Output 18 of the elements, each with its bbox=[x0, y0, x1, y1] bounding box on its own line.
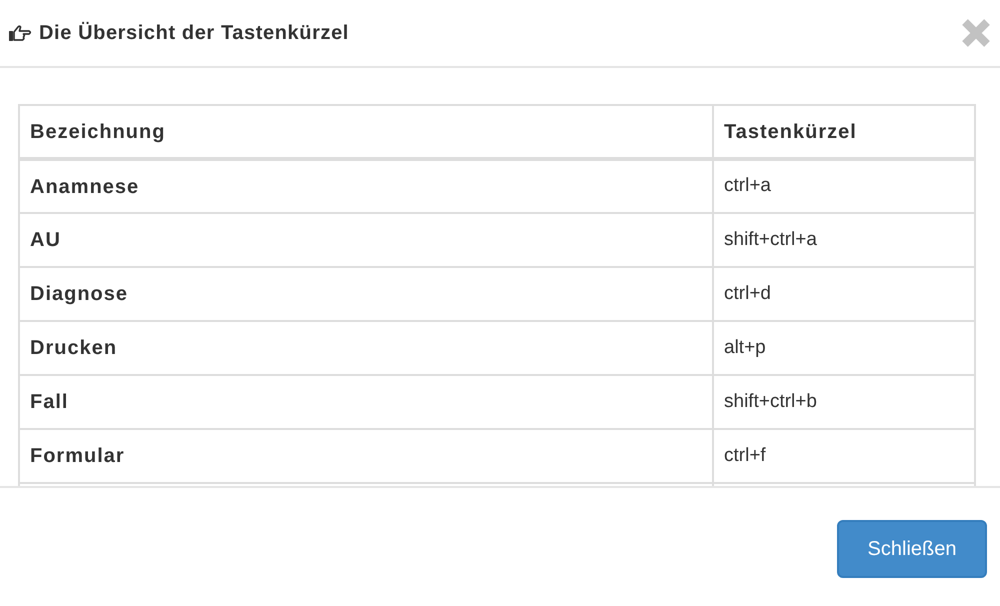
table-cell: Anamnese bbox=[19, 159, 713, 213]
table-cell: alt+p bbox=[713, 321, 975, 375]
table-cell: Formular bbox=[19, 429, 713, 483]
table-cell: shift+ctrl+a bbox=[713, 213, 975, 267]
column-header: Bezeichnung bbox=[19, 105, 713, 159]
close-button[interactable]: Schließen bbox=[837, 520, 987, 578]
table-cell: Diagnose bbox=[19, 267, 713, 321]
pointing-hand-icon bbox=[8, 23, 32, 43]
table-cell: AU bbox=[19, 213, 713, 267]
column-header: Tastenkürzel bbox=[713, 105, 975, 159]
table-cell: shift+ctrl+b bbox=[713, 375, 975, 429]
table-cell: Fall bbox=[19, 375, 713, 429]
close-icon[interactable] bbox=[960, 17, 992, 49]
table-cell: Drucken bbox=[19, 321, 713, 375]
dialog-title: Die Übersicht der Tastenkürzel bbox=[39, 23, 349, 43]
table-cell: ctrl+a bbox=[713, 159, 975, 213]
table-cell: ctrl+f bbox=[713, 429, 975, 483]
table-cell: ctrl+d bbox=[713, 267, 975, 321]
